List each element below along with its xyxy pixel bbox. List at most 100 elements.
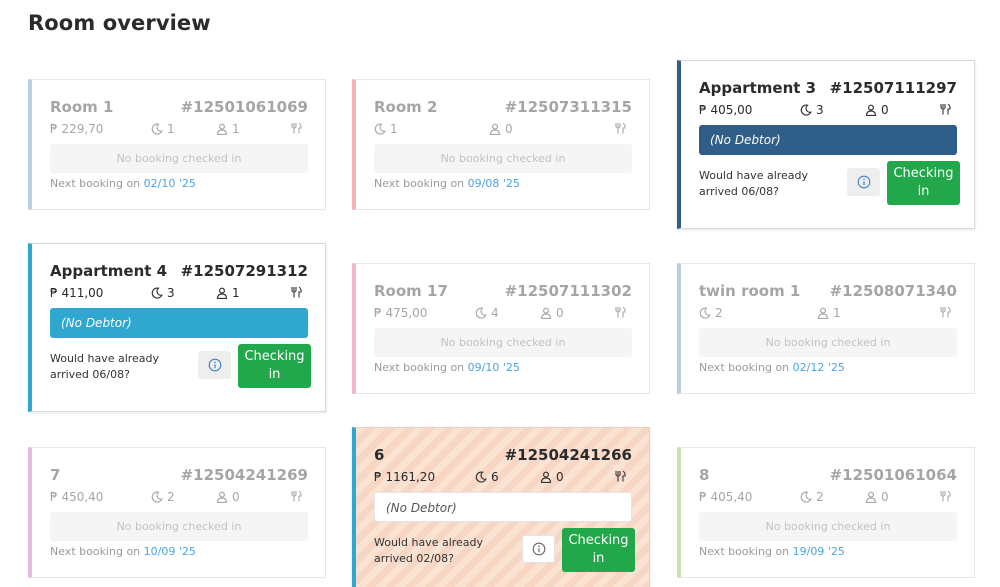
next-booking-prefix: Next booking on (50, 177, 144, 190)
moon-icon (151, 123, 163, 135)
person-icon (540, 471, 552, 483)
guests-count: 1 (232, 122, 240, 136)
debtor-bar[interactable]: (No Debtor) (374, 492, 632, 522)
cutlery-icon (940, 306, 951, 318)
person-icon (865, 491, 877, 503)
next-booking-prefix: Next booking on (374, 361, 468, 374)
info-button[interactable] (198, 351, 231, 379)
info-icon (857, 175, 870, 189)
next-booking-date-link[interactable]: 09/10 '25 (468, 361, 520, 374)
moon-icon (374, 123, 386, 135)
room-card[interactable]: 7 #12504241269 ₱ 450,40 2 0 No booking ch… (28, 447, 326, 578)
moon-icon (475, 471, 487, 483)
nights-count: 2 (715, 306, 723, 320)
info-icon (208, 358, 221, 372)
next-booking-line: Next booking on 10/09 '25 (50, 545, 196, 558)
room-name: 6 (374, 446, 385, 464)
nights-count: 2 (816, 490, 824, 504)
price-label: ₱ 411,00 (50, 286, 104, 300)
nights-count: 2 (167, 490, 175, 504)
next-booking-date-link[interactable]: 19/09 '25 (793, 545, 845, 558)
room-name: 8 (699, 466, 710, 484)
nights-count: 1 (167, 122, 175, 136)
person-icon (216, 123, 228, 135)
booking-number: #12507111302 (504, 282, 632, 300)
cutlery-icon (291, 490, 302, 502)
nights-count: 4 (491, 306, 499, 320)
next-booking-prefix: Next booking on (699, 361, 793, 374)
moon-icon (151, 287, 163, 299)
booking-number: #12507291312 (180, 262, 308, 280)
room-name: Room 2 (374, 98, 438, 116)
room-name: twin room 1 (699, 282, 801, 300)
next-booking-date-link[interactable]: 09/08 '25 (468, 177, 520, 190)
guests-count: 0 (505, 122, 513, 136)
booking-number: #12507111297 (829, 79, 957, 97)
booking-number: #12504241266 (504, 446, 632, 464)
next-booking-date-link[interactable]: 10/09 '25 (144, 545, 196, 558)
moon-icon (151, 491, 163, 503)
check-in-button[interactable]: Checking in (238, 344, 311, 388)
moon-icon (800, 491, 812, 503)
guests-count: 1 (232, 286, 240, 300)
room-card[interactable]: Appartment 3 #12507111297 ₱ 405,00 3 0 (N… (677, 60, 975, 229)
cutlery-icon (291, 122, 302, 134)
nights-count: 3 (167, 286, 175, 300)
info-button[interactable] (847, 168, 880, 196)
cutlery-icon (615, 306, 626, 318)
cutlery-icon (615, 122, 626, 134)
moon-icon (475, 307, 487, 319)
no-booking-bar: No booking checked in (699, 512, 957, 541)
next-booking-line: Next booking on 09/10 '25 (374, 361, 520, 374)
booking-number: #12501061064 (829, 466, 957, 484)
next-booking-prefix: Next booking on (699, 545, 793, 558)
arrival-note: Would have already arrived 06/08? (699, 169, 809, 198)
arrival-note: Would have already arrived 02/08? (374, 536, 484, 565)
no-booking-bar: No booking checked in (374, 144, 632, 173)
debtor-bar[interactable]: (No Debtor) (699, 125, 957, 155)
debtor-bar[interactable]: (No Debtor) (50, 308, 308, 338)
guests-count: 0 (556, 306, 564, 320)
next-booking-line: Next booking on 02/12 '25 (699, 361, 845, 374)
next-booking-date-link[interactable]: 02/10 '25 (144, 177, 196, 190)
next-booking-prefix: Next booking on (50, 545, 144, 558)
room-name: 7 (50, 466, 61, 484)
no-booking-bar: No booking checked in (50, 144, 308, 173)
person-icon (817, 307, 829, 319)
nights-count: 3 (816, 103, 824, 117)
room-card[interactable]: 8 #12501061064 ₱ 405,40 2 0 No booking ch… (677, 447, 975, 578)
price-label: ₱ 1161,20 (374, 470, 436, 484)
person-icon (540, 307, 552, 319)
booking-number: #12507311315 (504, 98, 632, 116)
price-label: ₱ 405,00 (699, 103, 753, 117)
next-booking-line: Next booking on 02/10 '25 (50, 177, 196, 190)
cutlery-icon (615, 470, 626, 482)
room-card[interactable]: Room 1 #12501061069 ₱ 229,70 1 1 No booki… (28, 79, 326, 210)
check-in-button[interactable]: Checking in (562, 528, 635, 572)
room-card[interactable]: Appartment 4 #12507291312 ₱ 411,00 3 1 (N… (28, 243, 326, 412)
check-in-button[interactable]: Checking in (887, 161, 960, 205)
booking-number: #12508071340 (829, 282, 957, 300)
nights-count: 6 (491, 470, 499, 484)
room-card[interactable]: 6 #12504241266 ₱ 1161,20 6 0 (No Debtor) … (352, 427, 650, 587)
info-button[interactable] (522, 535, 555, 563)
no-booking-bar: No booking checked in (50, 512, 308, 541)
price-label: ₱ 450,40 (50, 490, 104, 504)
room-card[interactable]: twin room 1 #12508071340 2 1 No booking c… (677, 263, 975, 394)
no-booking-bar: No booking checked in (699, 328, 957, 357)
moon-icon (800, 104, 812, 116)
room-name: Room 1 (50, 98, 114, 116)
room-card[interactable]: Room 17 #12507111302 ₱ 475,00 4 0 No book… (352, 263, 650, 394)
page-title: Room overview (28, 11, 211, 35)
person-icon (489, 123, 501, 135)
cutlery-icon (291, 286, 302, 298)
room-name: Appartment 4 (50, 262, 168, 280)
price-label: ₱ 475,00 (374, 306, 428, 320)
cutlery-icon (940, 490, 951, 502)
room-card[interactable]: Room 2 #12507311315 1 0 No booking checke… (352, 79, 650, 210)
guests-count: 0 (556, 470, 564, 484)
next-booking-prefix: Next booking on (374, 177, 468, 190)
arrival-note: Would have already arrived 06/08? (50, 352, 160, 381)
next-booking-date-link[interactable]: 02/12 '25 (793, 361, 845, 374)
guests-count: 1 (833, 306, 841, 320)
